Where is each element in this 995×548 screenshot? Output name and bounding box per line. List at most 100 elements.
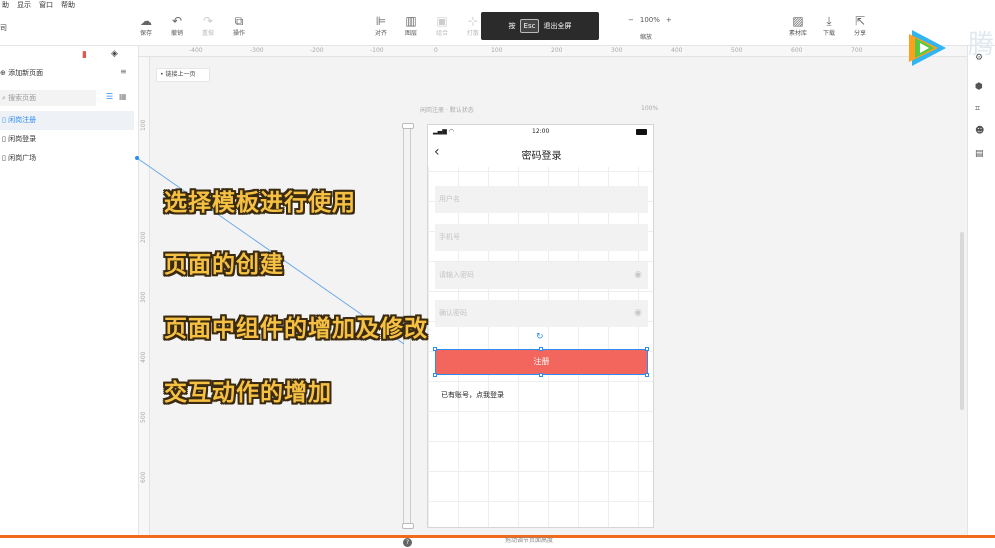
grid-view-icon[interactable]: ▦ (119, 92, 127, 101)
slider-bottom-handle[interactable] (402, 523, 414, 529)
caption-interactions: 交互动作的增加 (164, 380, 332, 406)
cube-icon[interactable]: ⬢ (975, 82, 983, 92)
canvas-scrollbar[interactable] (960, 232, 964, 410)
layer-label: 图层 (404, 30, 417, 37)
undo-button[interactable]: ↶ 撤销 (162, 14, 192, 37)
resize-handle[interactable] (433, 373, 437, 377)
resize-handle[interactable] (539, 347, 543, 351)
save-button[interactable]: ☁ 保存 (131, 14, 161, 37)
eye-icon[interactable]: ◉ (634, 262, 642, 289)
crop-icon[interactable]: ⌗ (975, 104, 980, 114)
caption-page-create: 页面的创建 (164, 252, 284, 278)
upload-cloud-icon: ☁ (140, 14, 152, 28)
panel-tabs: ▮ ◈ (0, 46, 138, 64)
ruler-tick: -300 (250, 47, 264, 54)
table-icon[interactable]: ▤ (975, 149, 984, 159)
nav-title: 密码登录 (521, 151, 562, 162)
password-field[interactable]: 请输入密码 ◉ (435, 262, 648, 289)
library-button[interactable]: ▨ 素材库 (783, 14, 813, 37)
zoom-label: 缩放 (640, 34, 653, 41)
zoom-in-button[interactable]: + (666, 16, 672, 24)
page-item-label: 闲岗登录 (8, 135, 37, 143)
add-page-label: 添加新页面 (8, 69, 44, 77)
align-button[interactable]: ⊫ 对齐 (366, 14, 396, 37)
page-icon: ▯ (2, 135, 6, 143)
search-placeholder: 搜索页面 (8, 94, 37, 102)
phone-frame[interactable]: ▂▄▆ ◠ 12:00 ‹ 密码登录 用户名 手机号 请输入密码 ◉ 确认密码 … (427, 124, 654, 528)
help-icon[interactable]: ? (403, 538, 412, 547)
sort-icon[interactable]: ≡ (120, 67, 127, 76)
link-prev-page-button[interactable]: • 链接上一页 (156, 68, 210, 82)
page-item-register[interactable]: ▯ 闲岗注册 (0, 111, 134, 130)
ruler-tick: 200 (140, 231, 147, 243)
pages-tab-file-icon[interactable]: ▮ (82, 50, 87, 60)
page-item-square[interactable]: ▯ 闲岗广场 (0, 149, 134, 168)
resize-handle[interactable] (539, 373, 543, 377)
confirm-password-field[interactable]: 确认密码 ◉ (435, 300, 648, 327)
signal-icon: ▂▄▆ ◠ (433, 128, 454, 135)
image-icon: ▨ (792, 14, 804, 28)
menu-help[interactable]: 帮助 (61, 0, 75, 10)
ruler-tick: 600 (791, 47, 803, 54)
ruler-tick: -400 (189, 47, 203, 54)
zoom-control: − 100% + (628, 16, 672, 24)
status-time: 12:00 (532, 128, 550, 135)
zoom-out-button[interactable]: − (628, 16, 634, 24)
slider-top-handle[interactable] (402, 123, 414, 129)
page-icon: ▯ (2, 116, 6, 124)
menu-help-partial[interactable]: 助 (2, 0, 9, 10)
ruler-tick: 100 (140, 119, 147, 131)
ruler-tick: -200 (310, 47, 324, 54)
password-placeholder: 请输入密码 (439, 271, 474, 279)
redo-button[interactable]: ↷ 重做 (193, 14, 223, 37)
tencent-video-logo-icon (909, 30, 946, 66)
ruler-tick: 300 (611, 47, 623, 54)
zoom-value[interactable]: 100% (640, 16, 660, 24)
confirm-password-placeholder: 确认密码 (439, 309, 467, 317)
resize-handle[interactable] (645, 347, 649, 351)
ruler-tick: 500 (140, 411, 147, 423)
link-prev-label: 链接上一页 (165, 71, 196, 78)
menu-view[interactable]: 显示 (17, 0, 31, 10)
frame-label: 闲岗注册 · 默认状态 (420, 107, 474, 114)
ungroup-label: 打散 (466, 30, 479, 37)
page-item-login[interactable]: ▯ 闲岗登录 (0, 130, 134, 149)
menu-window[interactable]: 窗口 (39, 0, 53, 10)
undo-label: 撤销 (170, 30, 183, 37)
frame-zoom: 100% (641, 105, 659, 112)
operate-label: 操作 (232, 30, 245, 37)
project-name: 司 (0, 24, 7, 32)
video-progress-bar[interactable] (0, 535, 995, 538)
group-icon: ▣ (436, 14, 448, 28)
dot-icon: • (160, 71, 164, 78)
download-button[interactable]: ⤓ 下载 (814, 14, 844, 37)
horizontal-ruler: -400 -300 -200 -100 0 100 200 300 400 50… (139, 46, 967, 57)
resize-handle[interactable] (645, 373, 649, 377)
download-icon: ⤓ (826, 14, 832, 28)
eye-icon[interactable]: ◉ (634, 300, 642, 327)
username-placeholder: 用户名 (439, 195, 460, 203)
layer-button[interactable]: ▥ 图层 (396, 14, 426, 37)
ruler-tick: 0 (434, 47, 438, 54)
rotate-icon[interactable]: ↻ (536, 332, 544, 342)
layers-tab-stack-icon[interactable]: ◈ (111, 49, 118, 59)
ruler-tick: -100 (370, 47, 384, 54)
emoji-icon[interactable]: ☻ (975, 126, 984, 136)
operate-button[interactable]: ⧉ 操作 (224, 14, 254, 37)
align-label: 对齐 (374, 30, 387, 37)
username-field[interactable]: 用户名 (435, 186, 648, 213)
share-button[interactable]: ⇱ 分享 (845, 14, 875, 37)
ruler-tick: 300 (140, 291, 147, 303)
plus-circle-icon: ⊕ (0, 69, 6, 77)
add-page-button[interactable]: ⊕ 添加新页面 (0, 68, 43, 78)
left-panel: ▮ ◈ ⊕ 添加新页面 ≡ ⌕ 搜索页面 ☰ ▦ ▯ 闲岗注册 ▯ 闲岗登录 ▯… (0, 46, 139, 548)
resize-handle[interactable] (433, 347, 437, 351)
group-button[interactable]: ▣ 组合 (427, 14, 457, 37)
redo-label: 重做 (201, 30, 214, 37)
page-search-input[interactable]: ⌕ 搜索页面 (0, 90, 96, 106)
share-icon: ⇱ (854, 14, 866, 28)
list-view-icon[interactable]: ☰ (106, 92, 113, 101)
phone-field[interactable]: 手机号 (435, 224, 648, 251)
ruler-tick: 600 (140, 471, 147, 483)
login-link[interactable]: 已有账号，点我登录 (441, 390, 504, 400)
